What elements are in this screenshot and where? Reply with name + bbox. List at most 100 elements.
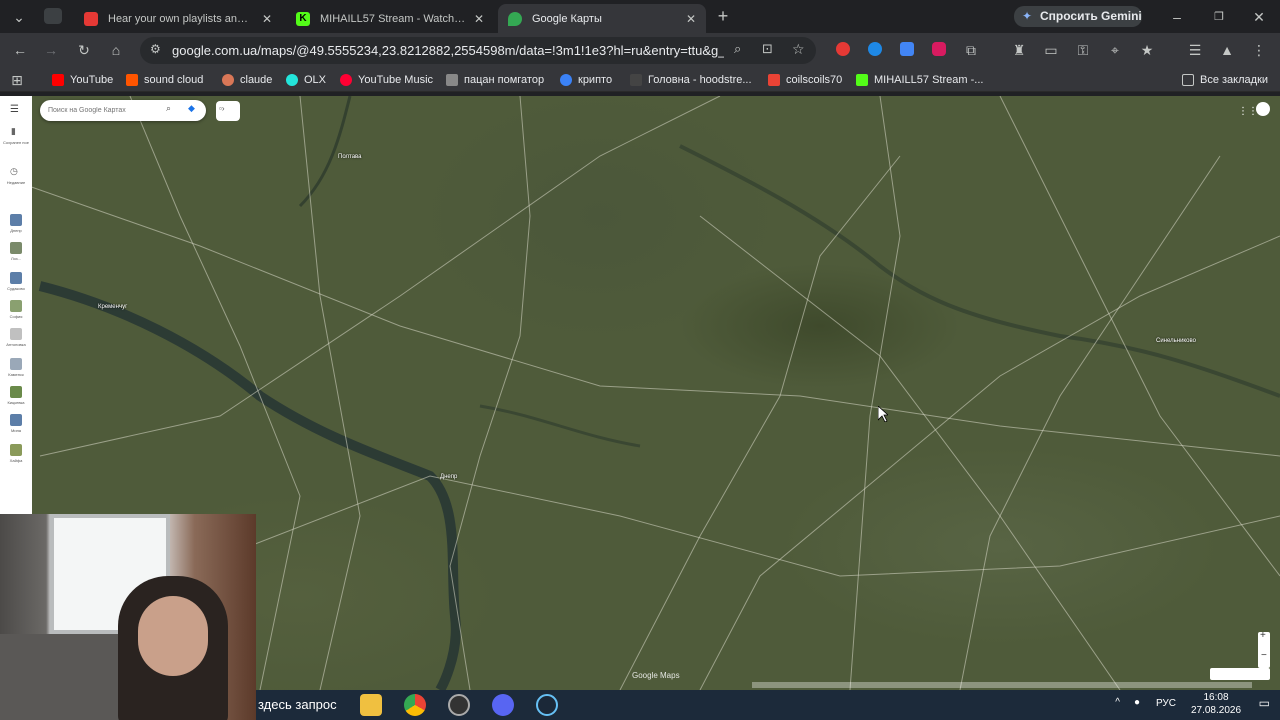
city-label-poltava[interactable]: Полтава	[338, 154, 362, 160]
zoom-icon[interactable]: ⌕	[734, 41, 741, 57]
rail-label: Недавние	[6, 180, 26, 185]
bookmark-youtube-music[interactable]: YouTube Music	[340, 72, 433, 88]
chrome-icon[interactable]	[404, 694, 426, 716]
address-bar[interactable]: ⚙ google.com.ua/maps/@49.5555234,23.8212…	[140, 37, 816, 64]
close-tab-icon[interactable]: ✕	[686, 12, 696, 26]
password-key-icon[interactable]: ⚿	[1074, 41, 1092, 59]
close-tab-icon[interactable]: ✕	[474, 12, 484, 26]
back-arrow-icon[interactable]: ←	[11, 41, 29, 59]
saved-bookmark-icon[interactable]: ▮	[11, 126, 16, 137]
tab-soundcloud[interactable]: Hear your own playlists and the ✕	[74, 4, 282, 33]
translate-extension-icon[interactable]	[900, 42, 914, 56]
payments-card-icon[interactable]: ▭	[1042, 41, 1060, 59]
zoom-controls[interactable]: + −	[1258, 630, 1270, 668]
bookmark-youtube[interactable]: YouTube	[52, 72, 113, 88]
recent-history-icon[interactable]: ◷	[10, 166, 18, 177]
recent-place-thumb[interactable]	[10, 328, 22, 340]
tab-kick-stream[interactable]: K MIHAILL57 Stream - Watch Live ✕	[286, 4, 494, 33]
recent-place-thumb[interactable]	[10, 242, 22, 254]
soundcloud-icon	[126, 74, 138, 86]
mouse-cursor-icon	[878, 406, 888, 422]
discord-icon[interactable]	[492, 694, 514, 716]
file-explorer-icon[interactable]	[360, 694, 382, 716]
browser-toolbar: ← → ↻ ⌂ ⚙ google.com.ua/maps/@49.5555234…	[0, 33, 1280, 68]
bookmark-soundcloud[interactable]: sound cloud	[126, 72, 203, 88]
recent-place-thumb[interactable]	[10, 214, 22, 226]
bookmark-star-icon[interactable]: ☆	[792, 41, 805, 58]
extensions-puzzle-icon[interactable]: ⧉	[962, 41, 980, 59]
recent-place-thumb[interactable]	[10, 444, 22, 456]
ask-gemini-button[interactable]: ✦ Спросить Gemini	[1014, 6, 1142, 27]
apps-grid-icon[interactable]: ⊞	[8, 71, 26, 89]
maps-search-box[interactable]: ⌕ ◆	[40, 100, 206, 121]
close-window-icon[interactable]: ✕	[1250, 8, 1268, 26]
rail-label: Сохранен ное	[3, 140, 29, 145]
extension-ublock-icon[interactable]	[932, 42, 946, 56]
bookmark-crypto[interactable]: крипто	[560, 72, 612, 88]
extension-red-icon[interactable]	[836, 42, 850, 56]
bookmark-mihaill57-stream[interactable]: MIHAILL57 Stream -...	[856, 72, 983, 88]
microphone-icon[interactable]: ●	[1134, 697, 1140, 708]
taskbar-clock[interactable]: 16:08 27.08.2026	[1186, 691, 1246, 717]
tab-google-maps[interactable]: Google Карты ✕	[498, 4, 706, 33]
url-text[interactable]: google.com.ua/maps/@49.5555234,23.821288…	[172, 43, 724, 59]
taskbar-search[interactable]: здесь запрос	[256, 692, 348, 718]
account-avatar[interactable]	[1256, 102, 1270, 116]
rail-label: Судаково	[7, 286, 25, 291]
bookmark-coilscoils70[interactable]: coilscoils70	[768, 72, 842, 88]
search-icon[interactable]: ⌕	[166, 103, 171, 114]
reload-icon[interactable]: ↻	[75, 41, 93, 59]
extension-blue-icon[interactable]	[868, 42, 882, 56]
recent-place-thumb[interactable]	[10, 414, 22, 426]
profile-icon[interactable]: ▲	[1218, 41, 1236, 59]
new-tab-plus-icon[interactable]: +	[714, 7, 732, 25]
map-layers-strip[interactable]	[1210, 668, 1270, 680]
bookmark-hoodstream[interactable]: Головна - hoodstre...	[630, 72, 752, 88]
menu-dots-icon[interactable]: ⋮	[1250, 41, 1268, 59]
recent-place-thumb[interactable]	[10, 300, 22, 312]
tray-chevron-icon[interactable]: ^	[1115, 697, 1120, 708]
city-label-dnipro[interactable]: Днепр	[440, 474, 457, 480]
rail-label: Днепр	[10, 228, 22, 233]
bookmark-claude[interactable]: claude	[222, 72, 272, 88]
reading-list-icon[interactable]: ☰	[1186, 41, 1204, 59]
site-info-icon[interactable]: ⚙	[150, 42, 161, 56]
hamburger-menu-icon[interactable]: ☰	[10, 104, 19, 115]
hoodstream-icon	[630, 74, 642, 86]
location-pin-icon[interactable]: ⌖	[1106, 41, 1124, 59]
input-language[interactable]: РУС	[1156, 698, 1176, 709]
steam-icon[interactable]	[536, 694, 558, 716]
home-icon[interactable]: ⌂	[107, 41, 125, 59]
apps-grid-icon[interactable]: ⋮⋮	[1238, 106, 1258, 117]
bookmarks-bar: ⊞ YouTube sound cloud claude OLX YouTube…	[0, 68, 1280, 92]
minimize-window-icon[interactable]: –	[1168, 8, 1186, 26]
forward-arrow-icon[interactable]: →	[42, 41, 60, 59]
incognito-icon[interactable]: ♜	[1010, 41, 1028, 59]
zoom-out-icon[interactable]: −	[1261, 650, 1267, 661]
pinned-tab-icon[interactable]	[44, 8, 62, 24]
tab-search-chevron-icon[interactable]: ⌄	[10, 8, 28, 26]
rail-label: Каменск	[8, 372, 24, 377]
close-tab-icon[interactable]: ✕	[262, 12, 272, 26]
bookmark-patsan-pomgator[interactable]: пацан помгатор	[446, 72, 544, 88]
city-label-synelnykove[interactable]: Синельниково	[1156, 338, 1196, 344]
directions-icon[interactable]: ◆	[188, 103, 195, 114]
bookmark-label: крипто	[578, 74, 613, 86]
recent-place-thumb[interactable]	[10, 386, 22, 398]
map-layer-toggle-button[interactable]: ▫›	[216, 101, 240, 121]
tab-title: Google Карты	[532, 12, 602, 25]
bookmarks-star-icon[interactable]: ★	[1138, 41, 1156, 59]
maps-search-input[interactable]	[48, 103, 164, 118]
bookmark-label: claude	[240, 74, 273, 86]
restore-window-icon[interactable]: ❐	[1210, 8, 1228, 26]
city-label-kremenchuk[interactable]: Кременчуг	[98, 304, 127, 310]
recent-place-thumb[interactable]	[10, 272, 22, 284]
zoom-in-icon[interactable]: +	[1260, 630, 1266, 641]
river-orel	[479, 404, 641, 448]
recent-place-thumb[interactable]	[10, 358, 22, 370]
bookmark-olx[interactable]: OLX	[286, 72, 326, 88]
all-bookmarks-folder[interactable]: Все закладки	[1182, 72, 1268, 88]
obs-icon[interactable]	[448, 694, 470, 716]
install-app-icon[interactable]: ⊡	[762, 41, 773, 57]
notification-icon[interactable]: ▭	[1259, 696, 1270, 710]
